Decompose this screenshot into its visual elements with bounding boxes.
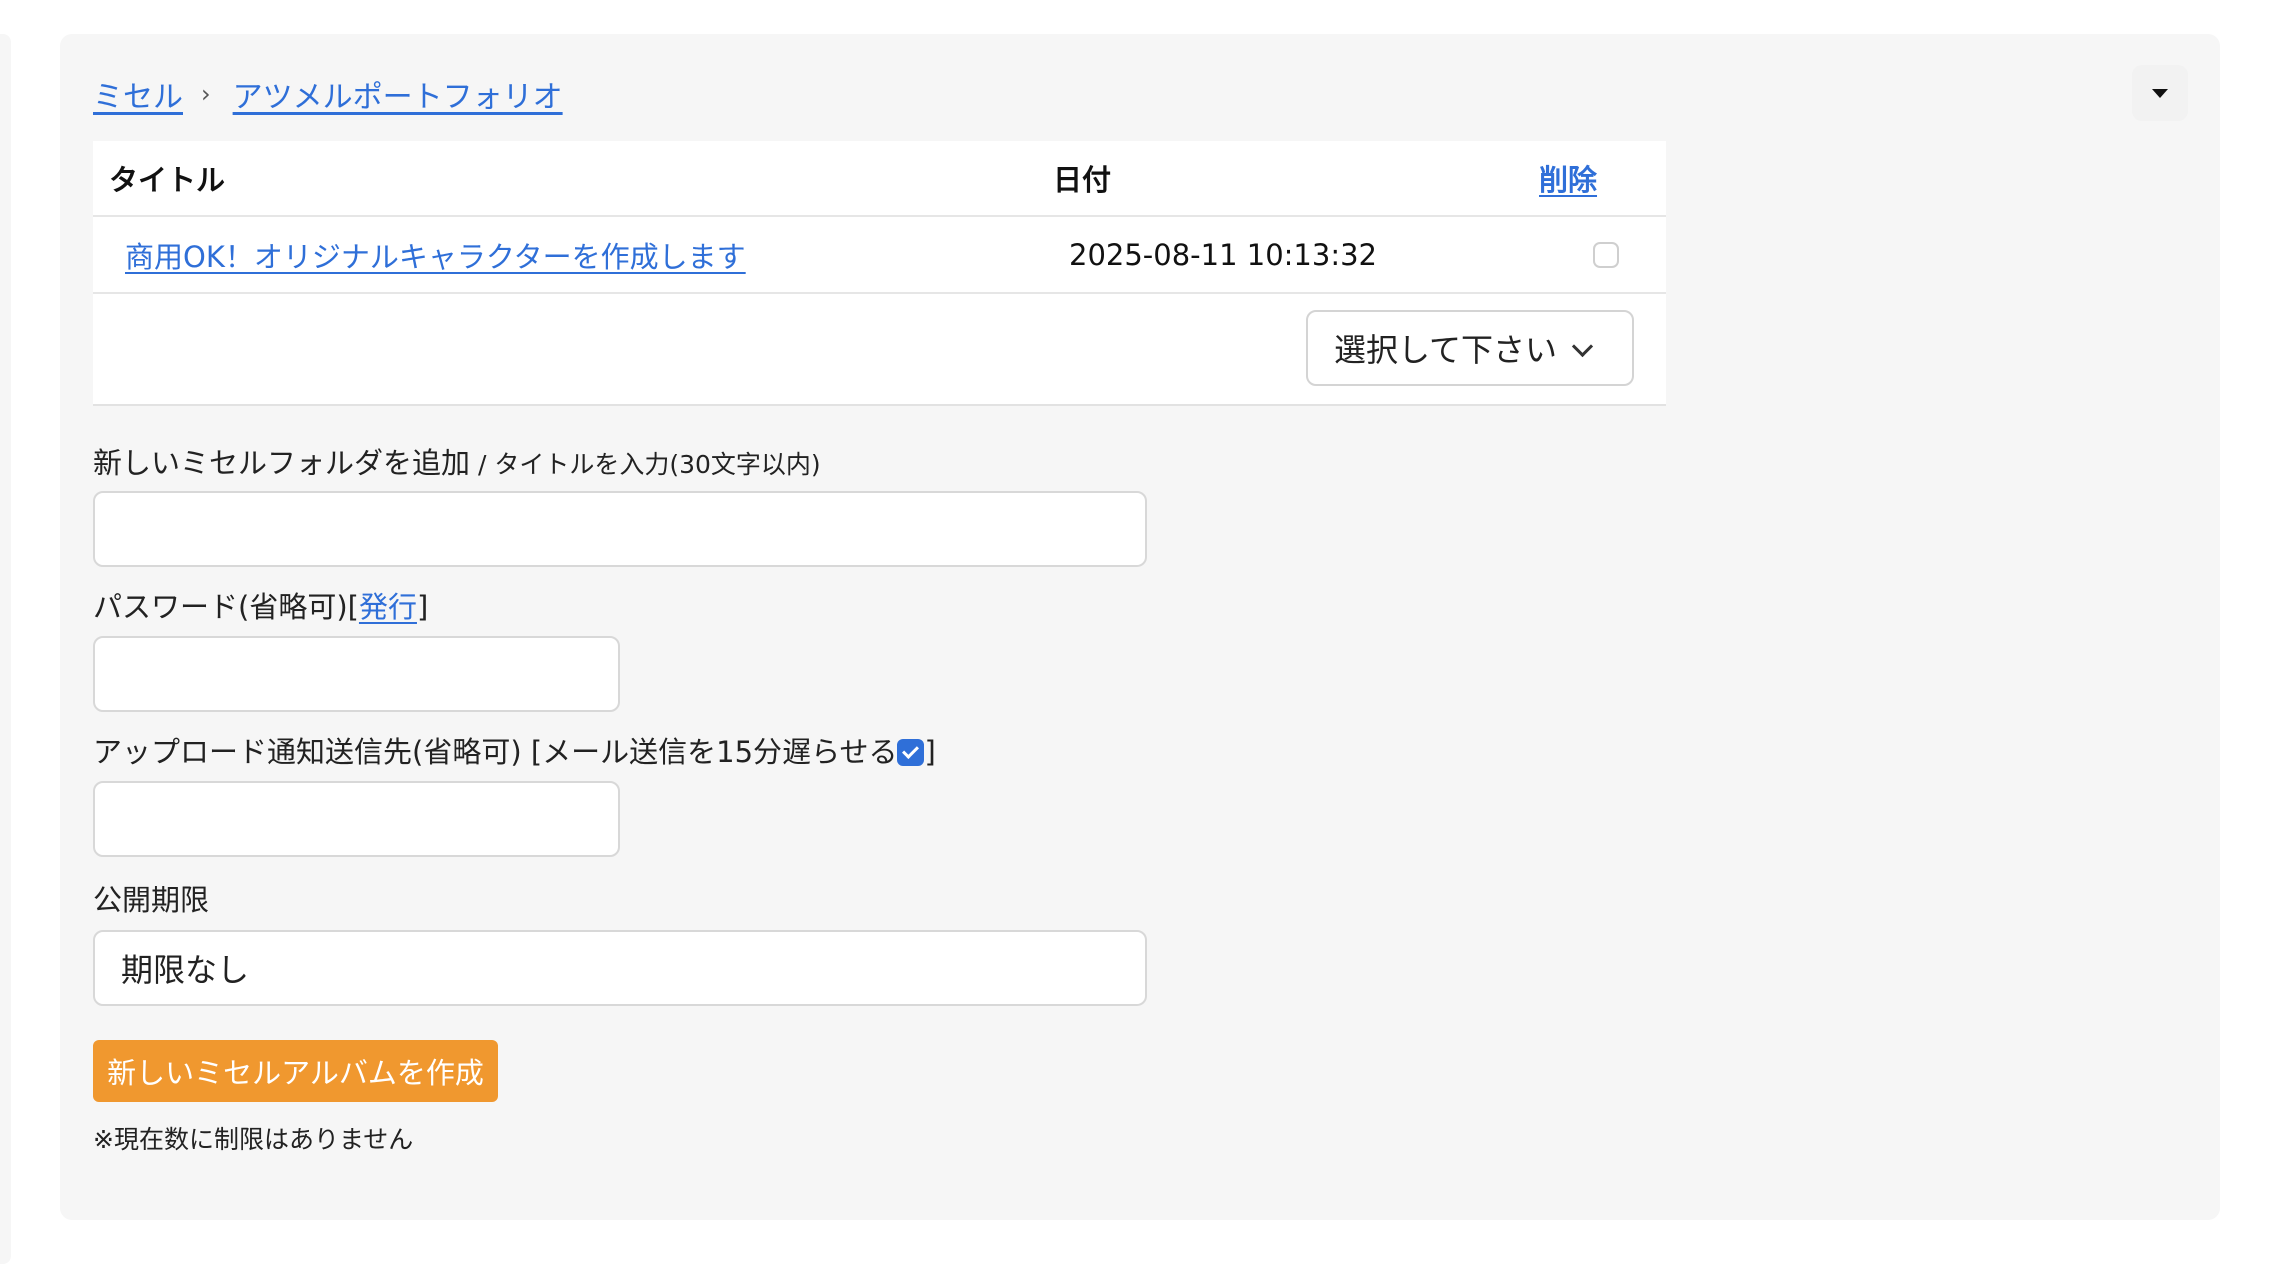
expiry-select[interactable]: 期限なし — [93, 930, 1147, 1006]
expiry-select-value: 期限なし — [121, 951, 250, 989]
breadcrumb-current-link[interactable]: アツメルポートフォリオ — [233, 72, 563, 116]
bulk-action-select[interactable]: 選択して下さい — [1306, 310, 1634, 386]
chevron-right-icon: › — [201, 80, 211, 108]
password-label-text: パスワード(省略可)[ — [93, 590, 359, 624]
collapse-toggle-button[interactable] — [2132, 65, 2188, 121]
notify-label-end: ] — [924, 735, 936, 769]
limit-note: ※現在数に制限はありません — [93, 1125, 414, 1154]
breadcrumb-home-link[interactable]: ミセル — [93, 72, 183, 116]
password-issue-link[interactable]: 発行 — [359, 590, 417, 624]
row-delete-checkbox[interactable] — [1593, 241, 1619, 268]
folder-title-input[interactable] — [93, 491, 1147, 567]
bulk-action-select-value: 選択して下さい — [1334, 331, 1558, 369]
table-row: 商用OK！オリジナルキャラクターを作成します 2025-08-11 10:13:… — [93, 217, 1666, 294]
album-panel: ミセル › アツメルポートフォリオ タイトル 日付 削除 商用OK！オリジナルキ… — [60, 34, 2220, 1220]
row-date: 2025-08-11 10:13:32 — [1069, 237, 1377, 272]
mail-delay-checkbox[interactable] — [897, 739, 925, 766]
folder-table: タイトル 日付 削除 商用OK！オリジナルキャラクターを作成します 2025-0… — [93, 141, 1666, 406]
notify-email-input[interactable] — [93, 781, 620, 857]
caret-down-icon — [2152, 88, 2168, 98]
table-header-row: タイトル 日付 削除 — [93, 141, 1666, 217]
expiry-label: 公開期限 — [93, 883, 210, 917]
password-label-end: ] — [416, 590, 429, 624]
side-strip — [0, 34, 11, 1264]
password-input[interactable] — [93, 636, 620, 712]
folder-title-label: 新しいミセルフォルダを追加 / タイトルを入力(30文字以内) — [93, 440, 821, 482]
notify-label: アップロード通知送信先(省略可) [メール送信を15分遅らせる] — [93, 729, 936, 771]
header-date: 日付 — [1053, 163, 1112, 197]
row-title-link[interactable]: 商用OK！オリジナルキャラクターを作成します — [125, 240, 746, 274]
notify-label-text: アップロード通知送信先(省略可) [メール送信を15分遅らせる — [93, 735, 898, 769]
table-action-row: 選択して下さい — [93, 294, 1666, 404]
chevron-down-icon — [1571, 335, 1594, 358]
folder-title-hint: / タイトルを入力(30文字以内) — [470, 450, 821, 479]
create-album-button[interactable]: 新しいミセルアルバムを作成 — [93, 1040, 498, 1102]
password-label: パスワード(省略可)[発行] — [93, 584, 428, 626]
breadcrumb: ミセル › アツメルポートフォリオ — [93, 64, 563, 124]
delete-header-link[interactable]: 削除 — [1539, 163, 1597, 197]
folder-title-label-text: 新しいミセルフォルダを追加 — [93, 446, 471, 480]
header-title: タイトル — [109, 163, 226, 197]
